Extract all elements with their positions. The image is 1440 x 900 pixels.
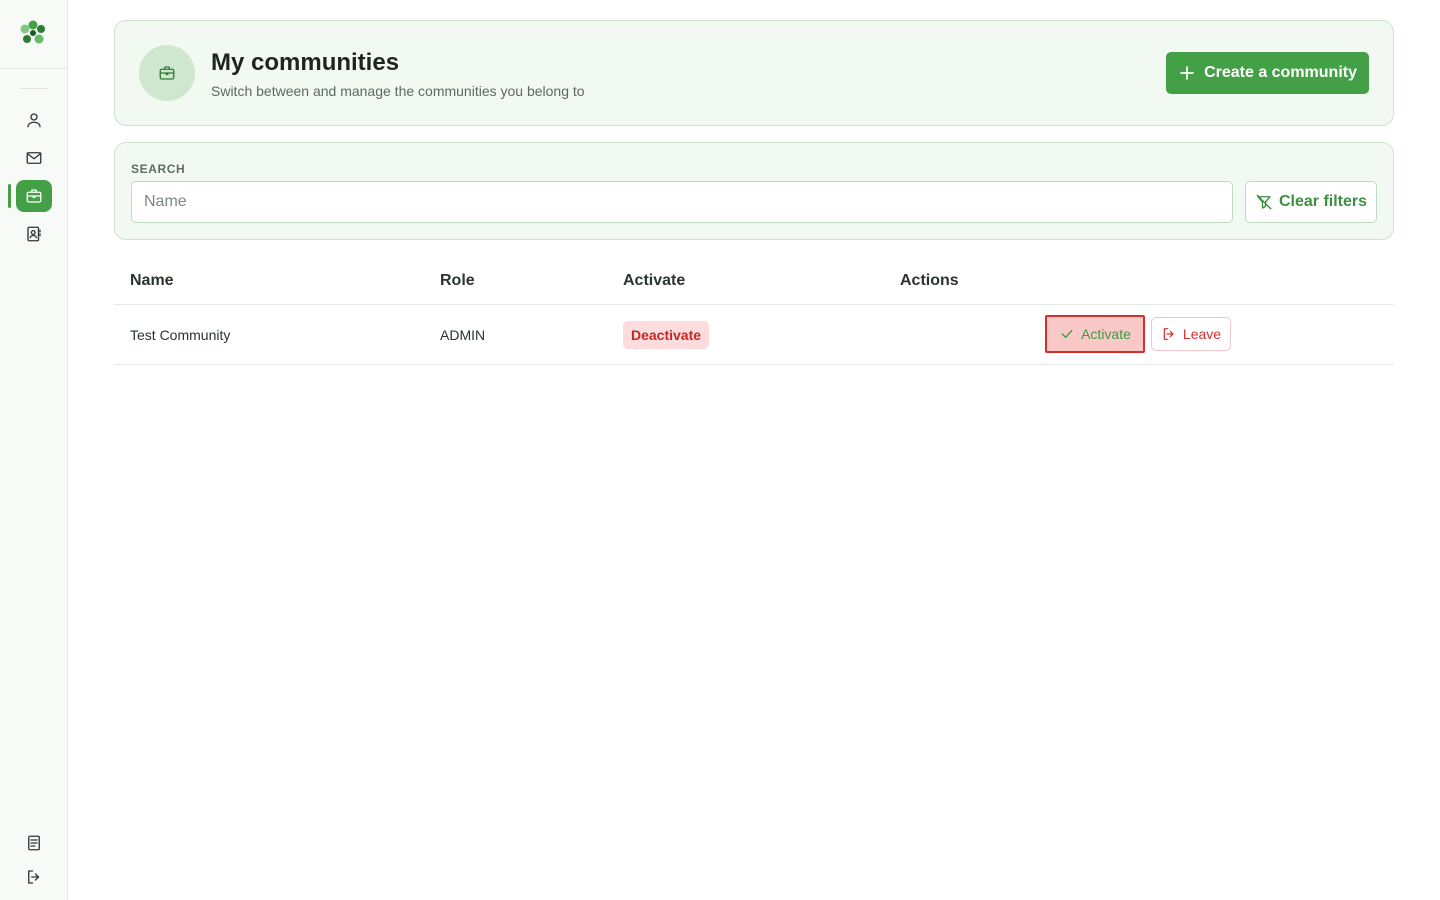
search-name-input[interactable]	[131, 181, 1233, 223]
search-panel: SEARCH Clear filters	[114, 142, 1394, 240]
leave-button[interactable]: Leave	[1151, 317, 1231, 351]
filter-off-icon	[1256, 194, 1272, 210]
table-row: Test Community ADMIN Deactivate Activate…	[114, 305, 1394, 365]
mail-icon	[26, 152, 42, 164]
nav-contacts[interactable]	[16, 218, 52, 250]
check-icon	[1061, 330, 1073, 338]
page-title: My communities	[211, 49, 400, 76]
column-header-name: Name	[130, 272, 174, 289]
community-name: Test Community	[130, 327, 231, 343]
leave-label: Leave	[1182, 326, 1222, 342]
plus-icon	[1180, 66, 1194, 80]
create-community-label: Create a community	[1204, 64, 1357, 81]
community-role: ADMIN	[440, 327, 486, 343]
page-header: My communities Switch between and manage…	[114, 20, 1394, 126]
column-header-role: Role	[440, 272, 475, 289]
deactivate-badge[interactable]: Deactivate	[623, 321, 710, 349]
nav-logout[interactable]	[16, 861, 52, 893]
leave-icon	[1163, 328, 1174, 340]
clear-filters-label: Clear filters	[1278, 193, 1368, 210]
search-label: SEARCH	[131, 162, 186, 176]
activate-label: Activate	[1081, 326, 1131, 342]
create-community-button[interactable]: Create a community	[1166, 52, 1369, 94]
logout-icon	[28, 870, 40, 884]
nav-messages[interactable]	[16, 142, 52, 174]
header-briefcase-icon	[139, 45, 195, 101]
logo-icon[interactable]	[18, 18, 48, 48]
column-header-activate: Activate	[623, 272, 686, 289]
communities-table: Name Role Activate Actions Test Communit…	[114, 256, 1394, 365]
nav-documents[interactable]	[16, 827, 52, 859]
nav-communities[interactable]	[16, 180, 52, 212]
column-header-actions: Actions	[900, 272, 959, 289]
contact-book-icon	[27, 226, 41, 242]
active-nav-indicator	[8, 184, 11, 208]
clear-filters-button[interactable]: Clear filters	[1245, 181, 1377, 223]
app-root: My communities Switch between and manage…	[0, 0, 1440, 900]
table-header: Name Role Activate Actions	[114, 256, 1394, 305]
sidebar	[0, 0, 68, 900]
sidebar-separator	[20, 88, 47, 89]
briefcase-icon	[26, 189, 42, 203]
document-icon	[28, 835, 40, 851]
nav-profile[interactable]	[16, 104, 52, 136]
page-subtitle: Switch between and manage the communitie…	[211, 83, 585, 99]
activate-button[interactable]: Activate	[1045, 315, 1145, 353]
user-icon	[27, 113, 41, 128]
sidebar-divider	[0, 68, 68, 69]
